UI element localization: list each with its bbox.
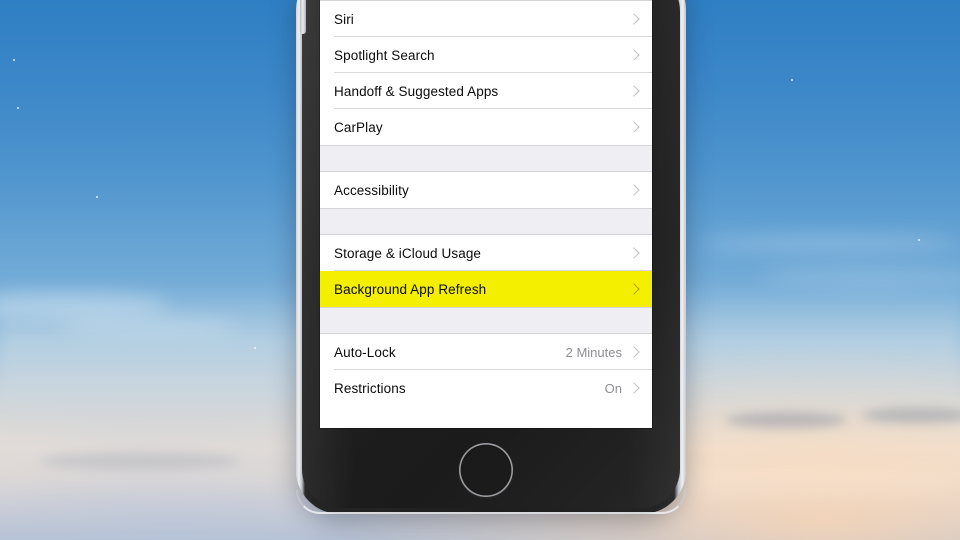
chevron-right-icon [628, 121, 640, 133]
list-item-label: Spotlight Search [334, 47, 435, 63]
list-item[interactable]: Auto-Lock 2 Minutes [320, 334, 652, 370]
list-item-label: Restrictions [334, 380, 406, 396]
chevron-right-icon [628, 13, 640, 25]
list-item-label: Background App Refresh [334, 281, 487, 297]
chevron-right-icon [628, 283, 640, 295]
list-item-value: 2 Minutes [565, 344, 622, 360]
list-item-label: Siri [334, 11, 354, 27]
list-group-gap [320, 208, 652, 235]
chevron-right-icon [628, 247, 640, 259]
chevron-right-icon [628, 346, 640, 358]
sky-speck [96, 196, 98, 198]
list-item-label: Handoff & Suggested Apps [334, 83, 499, 99]
cloud-shape-dark [726, 412, 846, 428]
sky-speck [918, 239, 920, 241]
settings-group: Auto-Lock 2 Minutes Restrictions On [320, 334, 652, 406]
cloud-shape [700, 232, 960, 254]
list-group-gap [320, 307, 652, 334]
list-item-label: CarPlay [334, 119, 383, 135]
list-item-value: On [604, 380, 622, 396]
sky-speck [254, 347, 256, 349]
list-item-label: Auto-Lock [334, 344, 396, 360]
sky-speck [791, 79, 793, 81]
cloud-shape-dark [40, 452, 240, 470]
list-item[interactable]: Handoff & Suggested Apps [320, 73, 652, 109]
list-item[interactable]: Spotlight Search [320, 37, 652, 73]
settings-group: Siri Spotlight Search Handoff & Suggeste… [320, 1, 652, 145]
list-item[interactable]: Storage & iCloud Usage [320, 235, 652, 271]
list-item[interactable]: Restrictions On [320, 370, 652, 406]
volume-up-button[interactable] [300, 0, 306, 34]
phone-screen: Siri Spotlight Search Handoff & Suggeste… [320, 0, 652, 428]
list-item-background-app-refresh[interactable]: Background App Refresh [320, 271, 652, 307]
list-item-label: Storage & iCloud Usage [334, 245, 482, 261]
home-button[interactable] [459, 443, 513, 497]
chevron-right-icon [628, 382, 640, 394]
chevron-right-icon [628, 49, 640, 61]
sky-speck [13, 59, 15, 61]
list-item[interactable]: CarPlay [320, 109, 652, 145]
list-item-label: Accessibility [334, 182, 409, 198]
sky-speck [17, 107, 19, 109]
list-group-gap [320, 145, 652, 172]
settings-group: Accessibility [320, 172, 652, 208]
list-item[interactable]: Siri [320, 1, 652, 37]
list-item[interactable]: Accessibility [320, 172, 652, 208]
settings-list: Siri Spotlight Search Handoff & Suggeste… [320, 0, 652, 406]
cloud-shape [60, 316, 240, 336]
chevron-right-icon [628, 85, 640, 97]
settings-group: Storage & iCloud Usage Background App Re… [320, 235, 652, 307]
chevron-right-icon [628, 184, 640, 196]
